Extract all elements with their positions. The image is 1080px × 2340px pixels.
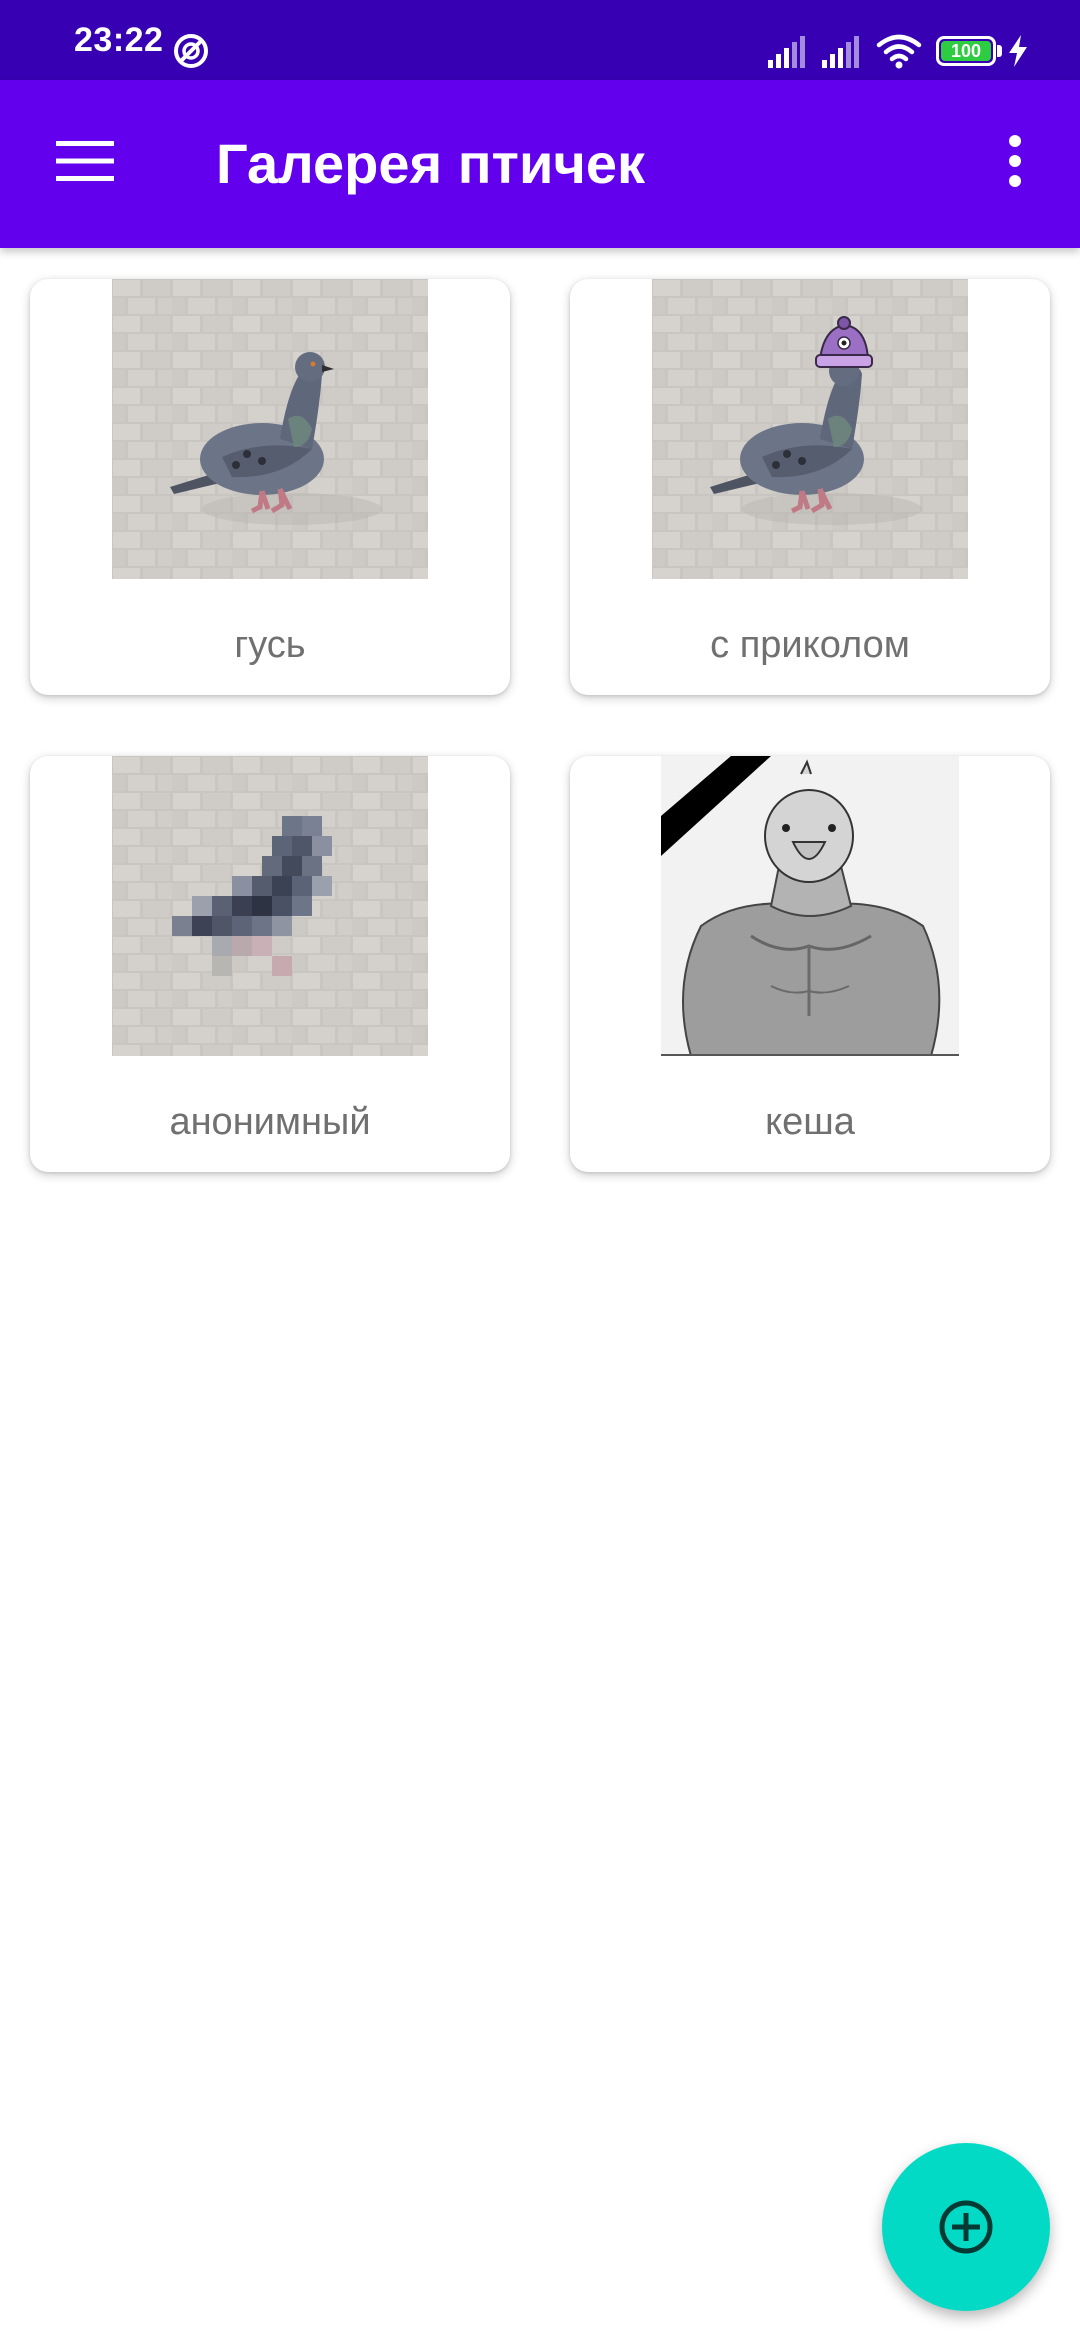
pixelated-pigeon-photo bbox=[112, 756, 428, 1056]
battery-level: 100 bbox=[941, 41, 991, 61]
pigeon-photo bbox=[112, 279, 428, 579]
signal-icon bbox=[822, 36, 859, 68]
signal-icon bbox=[768, 36, 805, 68]
card-label: гусь bbox=[234, 624, 306, 666]
card-label: с приколом bbox=[710, 624, 910, 666]
charging-icon bbox=[1009, 35, 1027, 67]
gallery-card[interactable]: гусь bbox=[30, 279, 510, 695]
hamburger-menu-button[interactable] bbox=[40, 116, 130, 206]
card-label: кеша bbox=[765, 1101, 855, 1143]
add-circle-icon bbox=[939, 2200, 993, 2254]
add-button[interactable] bbox=[882, 2143, 1050, 2311]
gallery-card[interactable]: анонимный bbox=[30, 756, 510, 1172]
card-label: анонимный bbox=[169, 1101, 371, 1143]
status-time: 23:22 bbox=[74, 21, 164, 59]
pigeon-with-hat-photo bbox=[652, 279, 968, 579]
gallery-card[interactable]: кеша bbox=[570, 756, 1050, 1172]
gallery-card[interactable]: с приколом bbox=[570, 279, 1050, 695]
more-vert-icon bbox=[1009, 135, 1021, 187]
battery-icon: 100 bbox=[936, 36, 996, 66]
app-bar: Галерея птичек bbox=[0, 80, 1080, 248]
battery-tip bbox=[997, 45, 1002, 57]
hamburger-menu-icon bbox=[56, 141, 114, 181]
page-title: Галерея птичек bbox=[216, 132, 646, 195]
wifi-icon bbox=[876, 34, 922, 69]
muscular-bird-mourning-photo bbox=[661, 756, 959, 1056]
do-not-disturb-icon bbox=[174, 34, 208, 68]
status-bar: 23:22 100 bbox=[0, 0, 1080, 80]
more-options-button[interactable] bbox=[980, 116, 1050, 206]
